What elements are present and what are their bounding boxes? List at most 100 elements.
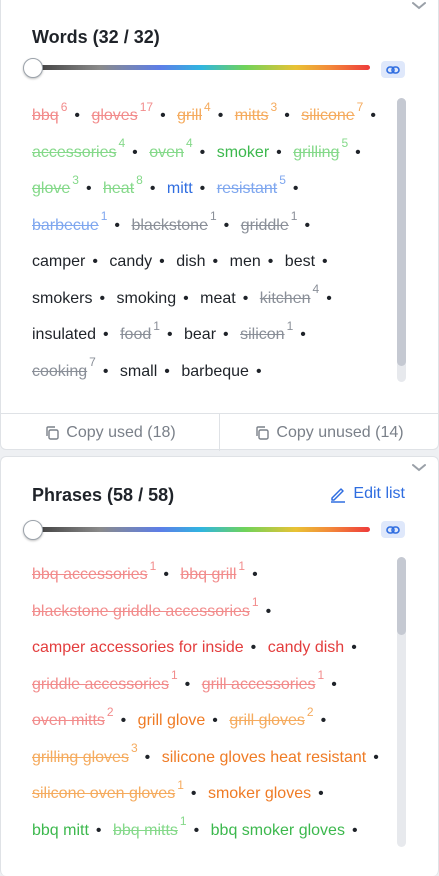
words_panel-item[interactable]: small: [120, 363, 157, 380]
phrases_panel-item[interactable]: silicone oven gloves1: [32, 779, 184, 802]
separator-dot: •: [242, 289, 249, 307]
words_panel-item[interactable]: cooking7: [32, 356, 96, 379]
words_panel-text: insulated: [32, 326, 97, 343]
words_panel-item[interactable]: men: [230, 253, 261, 270]
words_panel-item[interactable]: camper: [32, 253, 85, 270]
phrases-scrollbar[interactable]: [397, 557, 406, 847]
phrases_panel-item[interactable]: griddle accessories1: [32, 669, 178, 692]
separator-dot: •: [99, 289, 106, 307]
words_panel-text: bbq: [32, 107, 59, 124]
phrases_panel-count: 1: [170, 668, 178, 683]
separator-dot: •: [166, 326, 173, 343]
phrases_panel-item[interactable]: grill glove: [138, 712, 206, 729]
separator-dot: •: [212, 253, 219, 270]
phrases_panel-item[interactable]: grill gloves2: [229, 706, 313, 729]
phrases_panel-text: silicone oven gloves: [32, 785, 176, 802]
phrases_panel-item[interactable]: bbq accessories1: [32, 560, 156, 583]
separator-dot: •: [331, 675, 337, 693]
slider-handle[interactable]: [23, 58, 43, 78]
words_panel-item[interactable]: gloves17: [91, 101, 153, 124]
phrases_panel-item[interactable]: grill accessories1: [201, 669, 325, 693]
words_panel-item[interactable]: silicon1: [240, 320, 293, 343]
phrases_panel-item[interactable]: grilling gloves3: [32, 742, 138, 765]
edit-list-button[interactable]: Edit list: [329, 485, 405, 503]
separator-dot: •: [163, 566, 169, 583]
words_panel-item[interactable]: grill4: [177, 101, 211, 124]
phrases_panel-item[interactable]: smoker gloves: [208, 785, 311, 802]
phrases_panel-text: grill glove: [137, 712, 206, 729]
words_panel-item[interactable]: silicone7: [301, 101, 363, 124]
phrases_panel-item[interactable]: bbq smoker gloves: [211, 822, 345, 839]
words_panel-item[interactable]: barbecue1: [32, 210, 107, 233]
phrases_panel-text: bbq accessories: [32, 566, 148, 583]
words_panel-item[interactable]: food1: [120, 320, 160, 343]
phrases_panel-item[interactable]: bbq mitts1: [112, 815, 187, 839]
slider-handle[interactable]: [23, 520, 43, 540]
chevron-down-icon[interactable]: [412, 463, 426, 473]
words_panel-item[interactable]: smoker: [217, 144, 269, 161]
words_panel-item[interactable]: best: [285, 253, 315, 270]
separator-dot: •: [304, 216, 311, 234]
separator-dot: •: [212, 712, 218, 729]
words_panel-item[interactable]: bbq6: [32, 101, 67, 124]
phrases_panel-item[interactable]: bbq mitt: [32, 822, 89, 839]
words_panel-item[interactable]: grilling5: [293, 137, 348, 160]
phrases_panel-text: bbq mitts: [112, 821, 178, 839]
scrollbar-thumb[interactable]: [397, 557, 406, 635]
words_panel-item[interactable]: insulated: [32, 326, 96, 343]
words_panel-text: meat: [200, 289, 236, 307]
phrases_panel-item[interactable]: oven mitts2: [32, 706, 114, 729]
scrollbar-thumb[interactable]: [397, 98, 406, 366]
words_panel-item[interactable]: barbeque: [181, 363, 249, 380]
words_panel-count: 1: [100, 209, 108, 224]
words_panel-item[interactable]: heat8: [103, 174, 143, 197]
words_panel-item[interactable]: kitchen4: [260, 283, 319, 306]
phrases_panel-item[interactable]: camper accessories for inside: [32, 639, 244, 656]
words_panel-item[interactable]: bear: [184, 326, 216, 343]
separator-dot: •: [255, 362, 262, 380]
phrases_panel-text: smoker gloves: [207, 785, 312, 802]
words_panel-count: 3: [270, 99, 278, 114]
words_panel-item[interactable]: resistant5: [217, 174, 286, 197]
words_panel-text: smokers: [32, 289, 93, 307]
phrases_panel-item[interactable]: bbq grill1: [180, 560, 245, 583]
phrases_panel-item[interactable]: silicone gloves heat resistant: [162, 749, 367, 766]
words_panel-item[interactable]: dish: [176, 253, 205, 270]
separator-dot: •: [114, 216, 121, 234]
phrases_panel-item[interactable]: candy dish: [268, 639, 345, 656]
words_panel-text: glove: [32, 180, 71, 197]
words_panel-item[interactable]: smoking: [117, 290, 177, 307]
copy-unused-button[interactable]: Copy unused (14): [219, 414, 438, 451]
words_panel-item[interactable]: meat: [200, 290, 236, 307]
words_panel-text: heat: [103, 180, 135, 197]
words_panel-text: griddle: [240, 216, 289, 234]
phrases-title: Phrases (58 / 58): [32, 485, 175, 505]
phrases_panel-text: grill accessories: [201, 675, 316, 693]
phrases_panel-text: camper accessories for inside: [32, 639, 244, 656]
words_panel-item[interactable]: smokers: [32, 290, 92, 307]
words_panel-item[interactable]: mitts3: [235, 101, 277, 124]
words_panel-item[interactable]: griddle1: [240, 210, 298, 234]
phrases_panel-item[interactable]: blackstone griddle accessories1: [32, 596, 259, 619]
link-icon[interactable]: [381, 521, 405, 538]
copy-icon: [46, 425, 59, 440]
words_panel-item[interactable]: blackstone1: [131, 210, 216, 233]
words_panel-item[interactable]: oven4: [149, 137, 192, 160]
link-icon[interactable]: [381, 61, 405, 78]
words_panel-item[interactable]: mitt: [167, 180, 193, 197]
separator-dot: •: [159, 253, 165, 270]
separator-dot: •: [217, 107, 224, 124]
copy-used-button[interactable]: Copy used (18): [1, 414, 219, 451]
separator-dot: •: [320, 712, 327, 729]
phrases-filter-slider[interactable]: [23, 520, 370, 540]
separator-dot: •: [164, 362, 170, 380]
words_panel-item[interactable]: glove3: [32, 174, 79, 197]
words_panel-item[interactable]: accessories4: [32, 137, 125, 160]
words-scrollbar[interactable]: [397, 98, 406, 382]
words_panel-count: 7: [89, 355, 96, 370]
words_panel-text: gloves: [91, 107, 138, 124]
words_panel-item[interactable]: candy: [109, 253, 152, 270]
words-filter-slider[interactable]: [23, 58, 370, 78]
chevron-down-icon[interactable]: [412, 1, 426, 11]
phrases_panel-count: 1: [179, 814, 187, 829]
